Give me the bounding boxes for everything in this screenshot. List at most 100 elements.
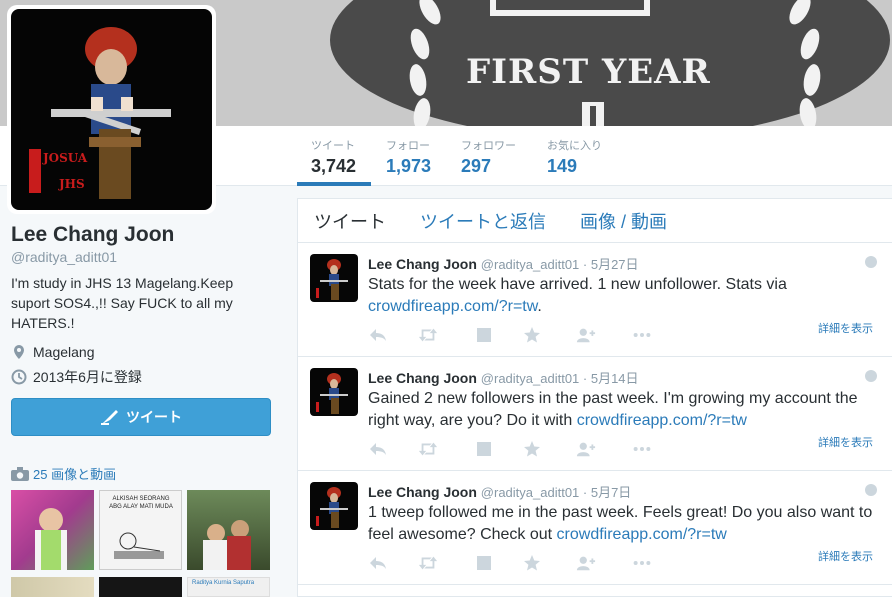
tweet-timestamp[interactable]: 5月27日 [591,257,639,272]
tweet-tail: . [537,298,542,315]
media-box-icon[interactable] [474,440,494,458]
photo-thumbnail[interactable] [187,490,270,570]
tweet-avatar[interactable] [310,254,358,302]
compose-quill-icon [101,410,118,425]
tweet-avatar[interactable] [310,482,358,530]
tweet-view-details[interactable]: 詳細を表示 [818,434,873,450]
timeline-tabs: ツイート ツイートと返信 画像 / 動画 [298,199,892,243]
location-text: Magelang [33,344,95,360]
tweet-avatar[interactable] [310,368,358,416]
tweet-text: Gained 2 new followers in the past week.… [368,388,878,432]
avatar-caption-2: JHS [59,177,85,191]
avatar-art-icon [51,27,171,199]
avatar-mini-icon [316,259,348,300]
profile-name[interactable]: Lee Chang Joon [11,223,174,247]
photo-thumbnail[interactable]: ALKISAH SEORANG ABG ALAY MATI MUDA [99,490,182,570]
tweet-view-details[interactable]: 詳細を表示 [818,320,873,336]
stat-value: 3,742 [311,156,357,176]
more-dots-icon[interactable] [632,440,652,458]
tab-tweets-replies[interactable]: ツイートと返信 [420,208,546,234]
calendar-clock-icon [11,369,27,385]
tweet-item[interactable]: Lee Chang Joon @raditya_aditt01 · 5月14日 … [298,357,892,471]
tweet-separator: · [579,371,591,386]
retweet-icon[interactable] [418,440,438,458]
tweet-item[interactable]: Lee Chang Joon @raditya_aditt01 · 5月7日 1… [298,471,892,585]
photo-thumbnail[interactable] [99,577,182,597]
tweet-actions [368,440,668,458]
tweet-author-handle[interactable]: @raditya_aditt01 [481,257,579,272]
avatar-caption-1: JOSUA [43,151,88,165]
tweet-author-handle[interactable]: @raditya_aditt01 [481,371,579,386]
media-box-icon[interactable] [474,326,494,344]
more-dots-icon[interactable] [632,326,652,344]
reply-icon[interactable] [368,326,388,344]
tweet-timestamp[interactable]: 5月7日 [591,485,631,500]
follow-user-icon[interactable] [576,326,596,344]
tweet-header: Lee Chang Joon @raditya_aditt01 · 5月14日 [368,368,639,387]
tweet-item-partial[interactable] [298,585,892,597]
avatar-letter-mark [29,149,41,193]
thumb-caption: Raditya Kurnia Saputra [192,580,255,586]
avatar-image: JOSUA JHS [11,9,212,210]
tweet-header: Lee Chang Joon @raditya_aditt01 · 5月7日 [368,482,631,501]
tweet-separator: · [579,257,591,272]
profile-joined: 2013年6月に登録 [11,367,142,387]
tweet-to-button[interactable]: ツイート [11,398,271,436]
stat-favorites[interactable]: お気に入り 149 [533,126,616,186]
tab-media[interactable]: 画像 / 動画 [580,208,667,234]
tweet-link[interactable]: crowdfireapp.com/?r=tw [577,412,747,429]
tweet-header: Lee Chang Joon @raditya_aditt01 · 5月27日 [368,254,639,273]
stat-value: 1,973 [386,156,432,176]
joined-text: 2013年6月に登録 [33,369,142,385]
photos-videos-label: 25 画像と動画 [33,467,117,482]
globe-icon [865,484,877,496]
stat-following[interactable]: フォロー 1,973 [372,126,445,186]
favorite-star-icon[interactable] [522,554,542,572]
tweet-text: 1 tweep followed me in the past week. Fe… [368,502,878,546]
banner-emblem-top [490,0,650,16]
retweet-icon[interactable] [418,554,438,572]
follow-user-icon[interactable] [576,440,596,458]
reply-icon[interactable] [368,440,388,458]
tweet-item[interactable]: Lee Chang Joon @raditya_aditt01 · 5月27日 … [298,243,892,357]
avatar-mini-icon [316,373,348,414]
retweet-icon[interactable] [418,326,438,344]
tweet-author-name[interactable]: Lee Chang Joon [368,256,477,272]
thumb-caption: ALKISAH SEORANG ABG ALAY MATI MUDA [109,496,173,510]
follow-user-icon[interactable] [576,554,596,572]
tweet-actions [368,326,668,344]
more-dots-icon[interactable] [632,554,652,572]
tweet-view-details[interactable]: 詳細を表示 [818,548,873,564]
stat-tweets[interactable]: ツイート 3,742 [297,126,371,186]
tweet-link[interactable]: crowdfireapp.com/?r=tw [368,298,537,315]
tweet-text: Stats for the week have arrived. 1 new u… [368,274,878,318]
profile-handle[interactable]: @raditya_aditt01 [11,249,117,265]
profile-location: Magelang [11,344,95,360]
tweet-author-handle[interactable]: @raditya_aditt01 [481,485,579,500]
tweet-author-name[interactable]: Lee Chang Joon [368,484,477,500]
photo-thumbnail[interactable] [11,490,94,570]
media-box-icon[interactable] [474,554,494,572]
tweet-author-name[interactable]: Lee Chang Joon [368,370,477,386]
tweet-timestamp[interactable]: 5月14日 [591,371,639,386]
camera-icon [11,466,29,481]
avatar-mini-icon [316,487,348,528]
stat-value: 297 [461,156,492,176]
profile-avatar[interactable]: JOSUA JHS [7,5,216,214]
photo-thumbnail[interactable] [11,577,94,597]
favorite-star-icon[interactable] [522,440,542,458]
photos-videos-link[interactable]: 25 画像と動画 [11,464,116,483]
stat-label: ツイート [311,140,355,152]
laurel-right-icon [789,0,821,126]
tab-tweets[interactable]: ツイート [314,208,386,234]
stat-value: 149 [547,156,578,176]
profile-bio: I'm study in JHS 13 Magelang.Keep suport… [11,275,234,331]
tweet-body: Stats for the week have arrived. 1 new u… [368,276,787,293]
favorite-star-icon[interactable] [522,326,542,344]
reply-icon[interactable] [368,554,388,572]
tweet-actions [368,554,668,572]
banner-crest-icon [582,102,604,126]
stat-followers[interactable]: フォロワー 297 [447,126,530,186]
tweet-link[interactable]: crowdfireapp.com/?r=tw [557,526,727,543]
photo-thumbnail[interactable]: Raditya Kurnia Saputra [187,577,270,597]
